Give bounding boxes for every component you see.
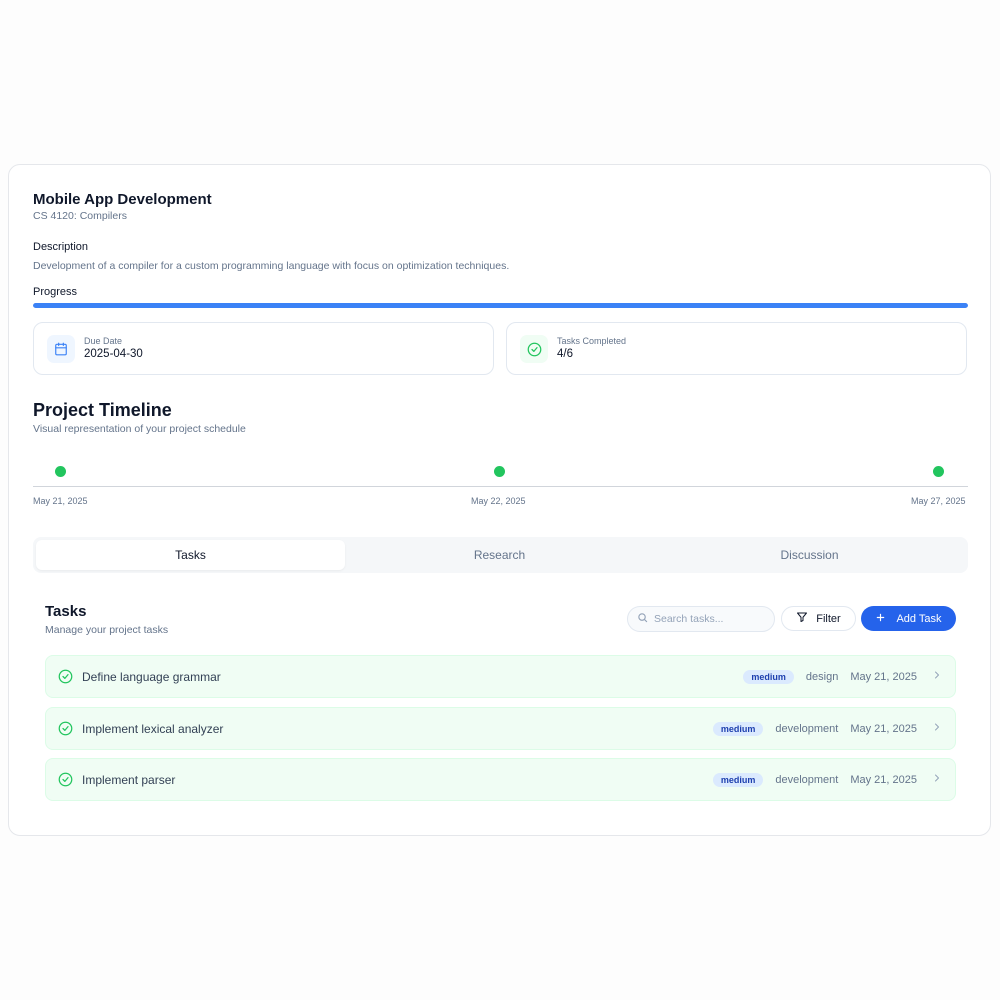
check-circle-icon bbox=[520, 335, 548, 363]
add-task-button[interactable]: Add Task bbox=[861, 606, 956, 631]
task-row[interactable]: Implement lexical analyzer medium develo… bbox=[45, 707, 956, 750]
task-name: Implement lexical analyzer bbox=[82, 722, 224, 736]
progress-bar bbox=[33, 303, 968, 308]
tasks-completed-label: Tasks Completed bbox=[557, 336, 627, 346]
priority-badge: medium bbox=[712, 721, 764, 736]
description-text: Development of a compiler for a custom p… bbox=[33, 260, 510, 272]
timeline-date: May 27, 2025 bbox=[911, 496, 966, 506]
chevron-right-icon[interactable] bbox=[931, 720, 943, 738]
tab-bar: Tasks Research Discussion bbox=[33, 537, 968, 573]
task-date: May 21, 2025 bbox=[850, 722, 917, 735]
description-label: Description bbox=[33, 241, 89, 253]
task-category: development bbox=[775, 722, 839, 735]
chevron-right-icon[interactable] bbox=[931, 668, 943, 686]
tasks-title: Tasks bbox=[45, 603, 87, 620]
priority-badge: medium bbox=[712, 772, 764, 787]
tasks-completed-card: Tasks Completed 4/6 bbox=[506, 322, 967, 375]
task-name: Implement parser bbox=[82, 773, 176, 787]
tasks-completed-value: 4/6 bbox=[557, 348, 573, 360]
timeline-title: Project Timeline bbox=[33, 400, 172, 420]
timeline-marker[interactable] bbox=[933, 466, 944, 477]
tab-research[interactable]: Research bbox=[345, 540, 654, 570]
task-category: design bbox=[805, 670, 839, 683]
tab-tasks[interactable]: Tasks bbox=[36, 540, 345, 570]
task-row[interactable]: Define language grammar medium design Ma… bbox=[45, 655, 956, 698]
timeline-marker[interactable] bbox=[494, 466, 505, 477]
search-icon bbox=[637, 610, 648, 628]
timeline-subtitle: Visual representation of your project sc… bbox=[33, 423, 246, 435]
calendar-icon bbox=[47, 335, 75, 363]
filter-icon bbox=[796, 611, 808, 626]
search-input[interactable] bbox=[654, 613, 764, 625]
timeline-date: May 22, 2025 bbox=[471, 496, 526, 506]
timeline-marker[interactable] bbox=[55, 466, 66, 477]
add-task-label: Add Task bbox=[896, 612, 942, 625]
task-date: May 21, 2025 bbox=[850, 773, 917, 786]
progress-fill bbox=[33, 303, 968, 308]
tasks-subtitle: Manage your project tasks bbox=[45, 624, 169, 636]
due-date-value: 2025-04-30 bbox=[84, 348, 143, 360]
task-name: Define language grammar bbox=[82, 670, 221, 684]
timeline-date: May 21, 2025 bbox=[33, 496, 88, 506]
task-date: May 21, 2025 bbox=[850, 670, 917, 683]
task-row[interactable]: Implement parser medium development May … bbox=[45, 758, 956, 801]
progress-label: Progress bbox=[33, 286, 78, 298]
project-card: Mobile App Development CS 4120: Compiler… bbox=[8, 164, 991, 836]
course-subtitle: CS 4120: Compilers bbox=[33, 210, 127, 222]
check-circle-icon[interactable] bbox=[58, 669, 73, 689]
task-category: development bbox=[775, 773, 839, 786]
chevron-right-icon[interactable] bbox=[931, 771, 943, 789]
timeline-axis bbox=[33, 486, 968, 487]
plus-icon bbox=[875, 612, 886, 626]
check-circle-icon[interactable] bbox=[58, 721, 73, 741]
priority-badge: medium bbox=[743, 669, 794, 684]
check-circle-icon[interactable] bbox=[58, 772, 73, 792]
search-box[interactable] bbox=[627, 606, 775, 632]
filter-button[interactable]: Filter bbox=[781, 606, 856, 631]
due-date-card: Due Date 2025-04-30 bbox=[33, 322, 494, 375]
project-title: Mobile App Development bbox=[33, 191, 212, 208]
tab-discussion[interactable]: Discussion bbox=[654, 540, 965, 570]
due-date-label: Due Date bbox=[84, 336, 123, 346]
filter-label: Filter bbox=[816, 612, 841, 625]
